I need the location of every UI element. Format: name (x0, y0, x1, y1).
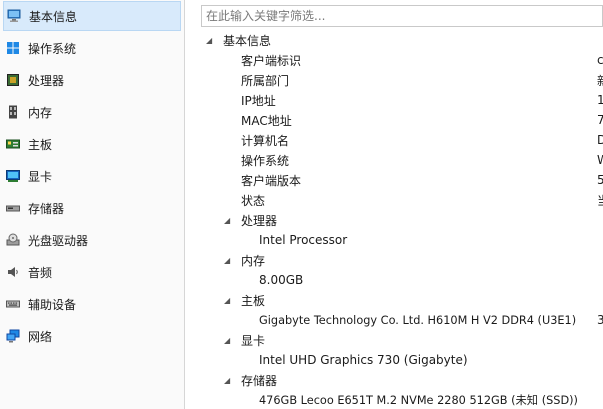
sidebar-item-label: 显卡 (28, 169, 53, 184)
sidebar-item-os[interactable]: 操作系统 (3, 33, 181, 63)
table-row: 476GB Lecoo E651T M.2 NVMe 2280 512GB (未… (259, 394, 578, 407)
sidebar-item-label: 音频 (28, 265, 53, 280)
sidebar-item-label: 主板 (28, 137, 53, 152)
table-row: 客户端标识 c (241, 53, 603, 68)
table-row: 所属部门 新 (241, 73, 603, 88)
display-card-icon (6, 169, 20, 183)
table-row: IP地址 1 (241, 93, 603, 108)
network-icon (6, 329, 20, 343)
table-row: Intel UHD Graphics 730 (Gigabyte) (259, 353, 468, 367)
table-row: 客户端版本 5 (241, 173, 603, 188)
table-row: Gigabyte Technology Co. Ltd. H610M H V2 … (259, 313, 603, 327)
table-row: 操作系统 W (241, 153, 603, 168)
tree-node-basic-info[interactable]: ◢ 基本信息 (186, 30, 603, 50)
sidebar-item-network[interactable]: 网络 (3, 321, 181, 351)
sidebar-item-label: 处理器 (28, 73, 65, 88)
expand-triangle-icon[interactable]: ◢ (224, 296, 230, 305)
expand-triangle-icon[interactable]: ◢ (224, 256, 230, 265)
expand-triangle-icon[interactable]: ◢ (224, 376, 230, 385)
computer-icon (7, 9, 21, 23)
sidebar-item-basic-info[interactable]: 基本信息 (3, 1, 181, 31)
keyboard-icon (6, 297, 20, 311)
cpu-chip-icon (6, 73, 20, 87)
table-row: Intel Processor (259, 233, 348, 247)
table-row: 8.00GB (259, 273, 304, 287)
tree-node-cpu[interactable]: ◢ 处理器 (186, 210, 603, 230)
tree-node-display[interactable]: ◢ 显卡 (186, 330, 603, 350)
sidebar-item-label: 辅助设备 (28, 297, 77, 312)
motherboard-icon (6, 137, 20, 151)
expand-triangle-icon[interactable]: ◢ (224, 336, 230, 345)
sidebar-item-storage[interactable]: 存储器 (3, 193, 181, 223)
memory-module-icon (6, 105, 20, 119)
detail-panel: ◢ 基本信息 客户端标识 c 所属部门 新 IP地址 1 MAC地址 7 计算机… (186, 0, 603, 409)
sidebar-item-memory[interactable]: 内存 (3, 97, 181, 127)
filter-search-input[interactable] (201, 5, 603, 27)
sidebar-item-label: 内存 (28, 105, 53, 120)
sidebar-item-label: 网络 (28, 329, 53, 344)
hard-drive-icon (6, 201, 20, 215)
sidebar-item-cpu[interactable]: 处理器 (3, 65, 181, 95)
sidebar-item-label: 光盘驱动器 (28, 233, 89, 248)
sidebar: 基本信息 操作系统 处理器 内存 主板 显卡 存储器 光盘驱动器 音频 辅助设备… (0, 0, 185, 409)
sidebar-item-motherboard[interactable]: 主板 (3, 129, 181, 159)
sidebar-item-audio[interactable]: 音频 (3, 257, 181, 287)
speaker-icon (6, 265, 20, 279)
table-row: 状态 当 (241, 193, 603, 208)
table-row: MAC地址 7 (241, 113, 603, 128)
sidebar-item-peripherals[interactable]: 辅助设备 (3, 289, 181, 319)
sidebar-item-label: 基本信息 (29, 9, 78, 24)
expand-triangle-icon[interactable]: ◢ (206, 36, 212, 45)
tree-node-memory[interactable]: ◢ 内存 (186, 250, 603, 270)
sidebar-item-display[interactable]: 显卡 (3, 161, 181, 191)
sidebar-item-label: 存储器 (28, 201, 65, 216)
sidebar-item-label: 操作系统 (28, 41, 77, 56)
tree-node-motherboard[interactable]: ◢ 主板 (186, 290, 603, 310)
table-row: 计算机名 D (241, 133, 603, 148)
expand-triangle-icon[interactable]: ◢ (224, 216, 230, 225)
sidebar-item-optical-drive[interactable]: 光盘驱动器 (3, 225, 181, 255)
tree-node-storage[interactable]: ◢ 存储器 (186, 370, 603, 390)
windows-logo-icon (6, 41, 20, 55)
optical-drive-icon (6, 233, 20, 247)
